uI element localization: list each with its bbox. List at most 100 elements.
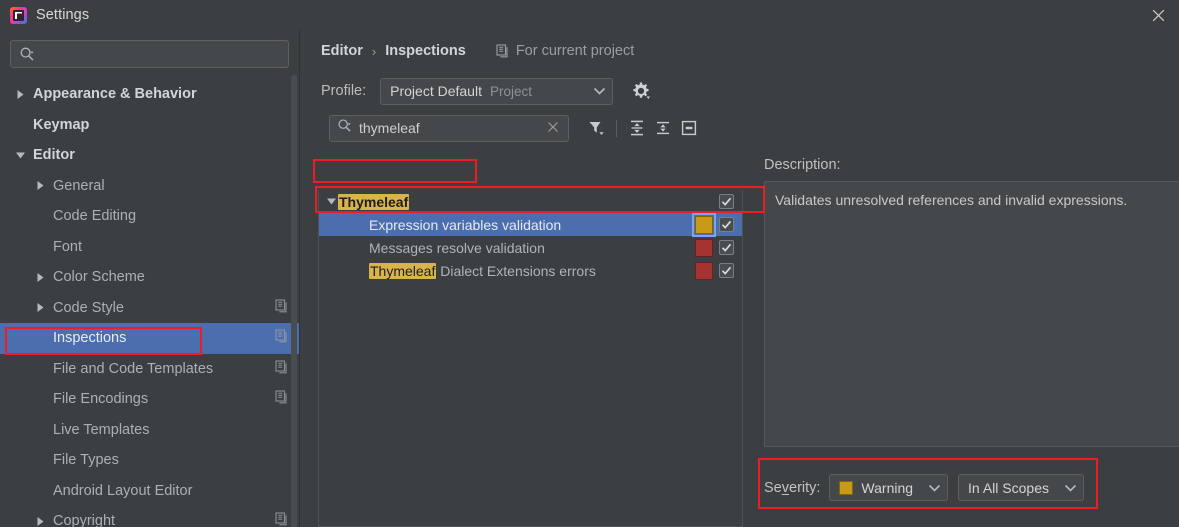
inspection-enabled-checkbox[interactable] xyxy=(719,240,734,255)
sidebar-item-file-types[interactable]: File Types xyxy=(0,445,299,476)
tree-collapsed-arrow-icon[interactable] xyxy=(34,271,47,284)
profile-settings-gear-icon[interactable] xyxy=(629,79,653,103)
sidebar-item-editor[interactable]: Editor xyxy=(0,140,299,171)
sidebar-item-label: Copyright xyxy=(53,513,116,527)
tree-collapsed-arrow-icon[interactable] xyxy=(34,301,47,314)
inspection-label: Thymeleaf xyxy=(338,193,695,210)
for-current-project-label: For current project xyxy=(496,43,634,59)
profile-dropdown[interactable]: Project Default Project xyxy=(380,77,614,105)
severity-color-swatch xyxy=(839,480,854,495)
inspection-group-row[interactable]: Thymeleaf xyxy=(319,190,742,213)
settings-dialog: Settings Appearance & Behavior Keymap Edit xyxy=(0,0,1179,527)
breadcrumb-parent[interactable]: Editor xyxy=(321,43,363,59)
severity-dropdown[interactable]: Warning xyxy=(829,474,949,501)
title-bar: Settings xyxy=(0,0,1179,30)
inspection-row[interactable]: Messages resolve validation xyxy=(319,236,742,259)
severity-label: Severity: xyxy=(764,479,821,496)
for-current-project-text: For current project xyxy=(515,43,635,59)
chevron-down-icon xyxy=(1049,484,1076,492)
description-text: Validates unresolved references and inva… xyxy=(764,181,1179,447)
search-icon xyxy=(337,118,352,138)
scope-dropdown[interactable]: In All Scopes xyxy=(958,474,1084,501)
sidebar-search-field[interactable] xyxy=(10,40,289,68)
inspection-filter-toolbar xyxy=(301,110,1179,146)
breadcrumb-current: Inspections xyxy=(385,43,466,59)
sidebar-search-wrapper xyxy=(0,30,299,76)
inspections-split: Thymeleaf Expression variables validation… xyxy=(301,150,1179,527)
sidebar-item-label: Keymap xyxy=(33,116,90,133)
search-match-highlight: Thymeleaf xyxy=(338,193,410,210)
sidebar-item-label: File Types xyxy=(53,452,119,469)
sidebar-scrollbar[interactable] xyxy=(291,75,297,527)
sidebar-item-label: Appearance & Behavior xyxy=(33,86,197,103)
profile-label: Profile: xyxy=(321,83,367,99)
tree-expanded-arrow-icon[interactable] xyxy=(324,196,338,207)
sidebar-item-label: Android Layout Editor xyxy=(53,482,193,499)
project-scope-badge-icon xyxy=(275,299,289,317)
sidebar-item-file-and-code-templates[interactable]: File and Code Templates xyxy=(0,354,299,385)
description-panel: Description: Validates unresolved refere… xyxy=(753,150,1179,527)
sidebar-item-font[interactable]: Font xyxy=(0,232,299,263)
tree-collapsed-arrow-icon[interactable] xyxy=(34,179,47,192)
sidebar-item-label: Editor xyxy=(33,147,75,164)
window-title: Settings xyxy=(36,7,90,23)
sidebar-item-label: Inspections xyxy=(53,330,127,347)
expand-all-icon[interactable] xyxy=(624,115,650,141)
search-match-highlight: Thymeleaf xyxy=(369,262,437,279)
sidebar-item-live-templates[interactable]: Live Templates xyxy=(0,415,299,446)
sidebar-item-general[interactable]: General xyxy=(0,171,299,202)
close-icon[interactable] xyxy=(1137,0,1179,30)
project-scope-badge-icon xyxy=(275,360,289,378)
sidebar-item-file-encodings[interactable]: File Encodings xyxy=(0,384,299,415)
clear-search-icon[interactable] xyxy=(545,120,561,136)
inspection-search-input[interactable] xyxy=(359,120,545,136)
sidebar-item-label: Code Style xyxy=(53,299,124,316)
inspection-severity-swatch[interactable] xyxy=(692,212,716,237)
intellij-idea-logo-icon xyxy=(10,6,27,24)
sidebar-item-appearance-behavior[interactable]: Appearance & Behavior xyxy=(0,79,299,110)
tool-buttons xyxy=(583,115,702,141)
profile-row: Profile: Project Default Project xyxy=(301,72,1179,110)
inspection-enabled-checkbox[interactable] xyxy=(719,263,734,278)
inspection-search-field[interactable] xyxy=(329,114,569,142)
sidebar-item-keymap[interactable]: Keymap xyxy=(0,110,299,141)
sidebar-item-label: File Encodings xyxy=(53,391,149,408)
profile-scope-suffix: Project xyxy=(489,83,532,99)
sidebar-item-android-layout-editor[interactable]: Android Layout Editor xyxy=(0,476,299,507)
inspection-enabled-checkbox[interactable] xyxy=(719,217,734,232)
inspection-label: Thymeleaf Dialect Extensions errors xyxy=(369,262,596,279)
inspection-row[interactable]: Expression variables validation xyxy=(319,212,742,237)
copy-scope-icon xyxy=(496,44,510,58)
collapse-all-icon[interactable] xyxy=(650,115,676,141)
breadcrumb: Editor › Inspections For current project xyxy=(301,30,1179,72)
inspection-severity-swatch[interactable] xyxy=(695,261,713,280)
sidebar-item-label: Code Editing xyxy=(53,208,137,225)
sidebar-item-color-scheme[interactable]: Color Scheme xyxy=(0,262,299,293)
settings-sidebar: Appearance & Behavior Keymap Editor General… xyxy=(0,30,300,527)
tree-collapsed-arrow-icon[interactable] xyxy=(14,88,27,101)
inspection-row[interactable]: Thymeleaf Dialect Extensions errors xyxy=(319,259,742,282)
filter-funnel-icon[interactable] xyxy=(583,115,609,141)
profile-value: Project Default xyxy=(390,83,482,99)
project-scope-badge-icon xyxy=(275,329,289,347)
sidebar-item-label: Live Templates xyxy=(53,421,150,438)
toolbar-divider xyxy=(616,119,617,137)
sidebar-item-label: File and Code Templates xyxy=(53,360,214,377)
sidebar-item-copyright[interactable]: Copyright xyxy=(0,506,299,527)
sidebar-search-input[interactable] xyxy=(41,46,280,62)
inspection-enabled-checkbox[interactable] xyxy=(719,194,734,209)
sidebar-item-code-style[interactable]: Code Style xyxy=(0,293,299,324)
tree-collapsed-arrow-icon[interactable] xyxy=(34,515,47,527)
severity-row: Severity: Warning In All Scopes xyxy=(764,474,1084,501)
project-scope-badge-icon xyxy=(275,512,289,527)
breadcrumb-separator-icon: › xyxy=(371,43,377,59)
inspection-severity-swatch[interactable] xyxy=(695,238,713,257)
scope-value: In All Scopes xyxy=(968,479,1049,496)
sidebar-item-inspections[interactable]: Inspections xyxy=(0,323,299,354)
severity-value: Warning xyxy=(861,479,914,496)
reset-icon[interactable] xyxy=(676,115,702,141)
chevron-down-icon xyxy=(578,87,606,95)
tree-expanded-arrow-icon[interactable] xyxy=(14,149,27,162)
sidebar-item-code-editing[interactable]: Code Editing xyxy=(0,201,299,232)
inspections-tree: Thymeleaf Expression variables validation… xyxy=(318,190,743,527)
